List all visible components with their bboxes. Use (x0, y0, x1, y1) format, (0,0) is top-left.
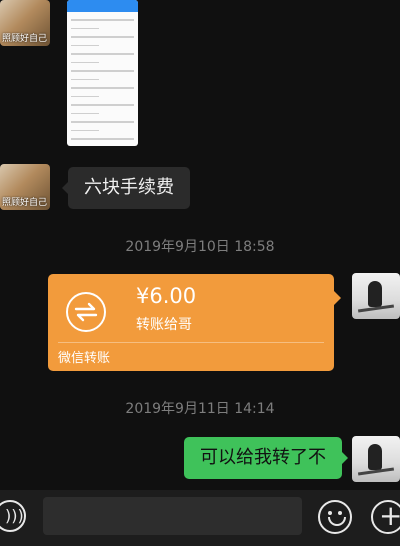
voice-icon[interactable]: ))) (0, 500, 26, 532)
my-avatar[interactable] (352, 436, 400, 482)
transfer-arrows-icon (66, 292, 106, 332)
received-message-bubble[interactable]: 六块手续费 (62, 167, 190, 209)
contact-avatar[interactable]: 照顾好自己 (0, 0, 50, 46)
avatar-caption: 照顾好自己 (2, 34, 48, 44)
my-avatar[interactable] (352, 273, 400, 319)
wechat-transfer-card[interactable]: ¥6.00 转账给哥 微信转账 (48, 274, 341, 371)
chat-input-bar: ))) + (0, 490, 400, 546)
contact-avatar[interactable]: 照顾好自己 (0, 164, 50, 210)
plus-icon[interactable]: + (371, 500, 400, 534)
message-timestamp: 2019年9月11日 14:14 (125, 401, 275, 417)
message-input[interactable] (43, 497, 302, 535)
image-message-thumbnail[interactable] (67, 0, 138, 146)
transfer-footer-label: 微信转账 (58, 351, 111, 366)
transfer-amount: ¥6.00 (136, 284, 197, 308)
transfer-note: 转账给哥 (136, 317, 192, 333)
emoji-icon[interactable] (318, 500, 352, 534)
avatar-caption: 照顾好自己 (2, 198, 48, 208)
sent-message-bubble[interactable]: 可以给我转了不 (184, 437, 348, 479)
thumbnail-header (67, 0, 138, 12)
message-timestamp: 2019年9月10日 18:58 (125, 239, 275, 255)
transfer-divider (58, 342, 324, 343)
